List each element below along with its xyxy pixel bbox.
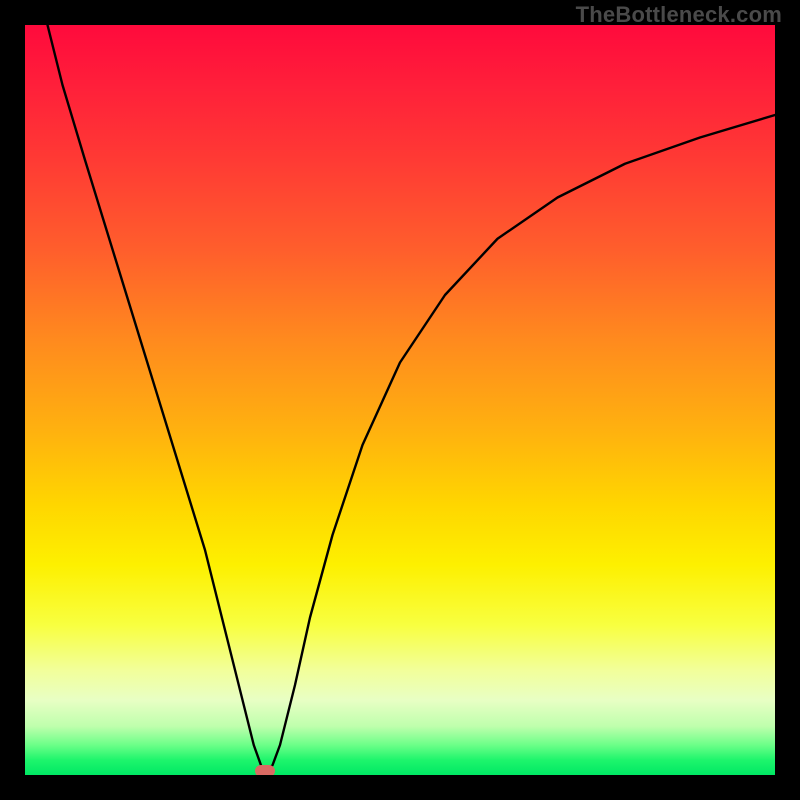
- chart-svg: [25, 25, 775, 775]
- watermark-text: TheBottleneck.com: [576, 2, 782, 28]
- optimal-point-marker: [255, 765, 275, 775]
- bottleneck-curve: [48, 25, 776, 771]
- plot-area: [25, 25, 775, 775]
